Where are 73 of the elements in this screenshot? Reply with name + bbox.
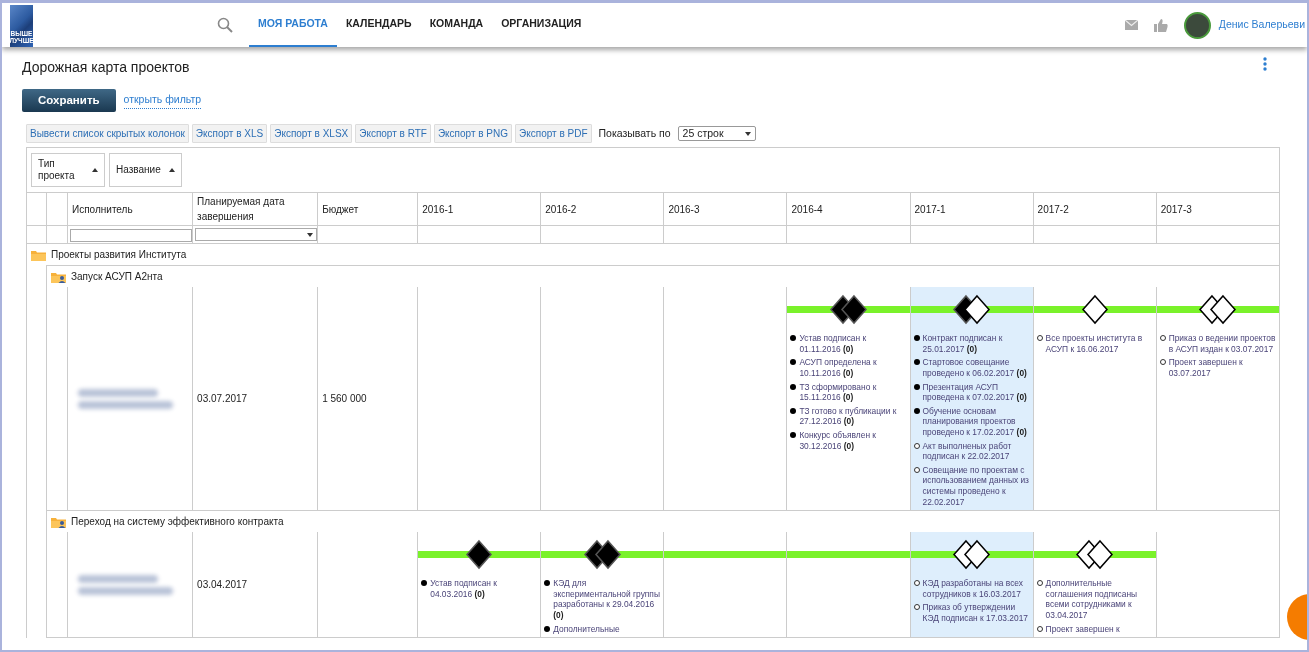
milestone-link[interactable]: ТЗ сформировано к 15.11.2016 (0) (799, 381, 907, 403)
toolbar-button[interactable]: Экспорт в PDF (515, 124, 592, 144)
more-menu-icon[interactable] (1263, 57, 1267, 71)
milestone-link[interactable]: Проект завершен к 03.07.2017 (1168, 357, 1276, 379)
toolbar-button[interactable]: Экспорт в XLS (191, 124, 268, 144)
column-header: Исполнитель (72, 203, 133, 215)
project-name[interactable]: Запуск АСУП А2нта (71, 269, 163, 285)
milestone-link[interactable]: Конкурс объявлен к 30.12.2016 (0) (799, 430, 907, 452)
toolbar-button[interactable]: Экспорт в PNG (433, 124, 513, 144)
nav-tab[interactable]: ОРГАНИЗАЦИЯ (492, 3, 591, 47)
due-date: 03.04.2017 (197, 579, 248, 591)
milestone-link[interactable]: Приказ о ведении проектов в АСУП издан к 03.07.2017 (1168, 333, 1276, 355)
milestone-link[interactable]: Дополнительные соглашения подписаны всеми сотрудниками к 03.04.2017 (1045, 578, 1153, 621)
milestone-diamonds-drawing[interactable] (830, 295, 867, 326)
dropdown-arrow-icon (744, 131, 751, 136)
project-name[interactable]: Переход на систему эффективного контракта (71, 514, 284, 530)
milestone-link[interactable]: Акт выполненых работ подписан к 22.02.2017 (922, 440, 1030, 462)
milestone-link[interactable]: Контракт подписан к 25.01.2017 (0) (922, 333, 1030, 355)
column-header: 2016-1 (422, 203, 454, 215)
column-header: 2016-4 (791, 203, 823, 215)
milestone-link[interactable]: Проект завершен к (1045, 623, 1120, 635)
group-by-chip[interactable]: Название (109, 153, 182, 188)
page-title: Дорожная карта проектов (22, 59, 190, 76)
milestone-diamonds-drawing[interactable] (953, 540, 991, 571)
avatar[interactable] (1183, 11, 1211, 39)
due-date: 03.07.2017 (197, 393, 248, 405)
milestone-link[interactable]: КЭД для экспериментальной группы разработаны к 29.04.2016 (0) (553, 578, 661, 621)
column-header: Планируемая дата завершения (197, 196, 285, 223)
column-header: 2017-1 (914, 203, 946, 215)
nav-tab[interactable]: КОМАНДА (420, 3, 493, 47)
search-icon[interactable] (217, 17, 233, 33)
thumbs-up-icon[interactable] (1153, 18, 1168, 32)
project-folder-icon[interactable] (51, 270, 67, 283)
milestone-link[interactable]: Устав подписан к 04.03.2016 (0) (430, 578, 538, 600)
toolbar-button[interactable]: Вывести список скрытых колонок (26, 124, 189, 144)
milestone-link[interactable]: Приказ об утверждении КЭД подписан к 17.03.2017 (922, 602, 1030, 624)
milestone-link[interactable]: Все проекты института в АСУП к 16.06.2017 (1045, 333, 1153, 355)
toolbar-button[interactable]: Экспорт в RTF (355, 124, 431, 144)
toolbar-button[interactable]: Экспорт в XLSX (270, 124, 353, 144)
group-by-chip[interactable]: Тип проекта (31, 153, 105, 188)
milestone-diamonds-drawing[interactable] (953, 295, 991, 326)
milestone-link[interactable]: АСУП определена к 10.11.2016 (0) (799, 357, 907, 379)
open-filter-link[interactable]: открыть фильтр (123, 92, 202, 109)
sort-arrow-icon[interactable] (92, 168, 98, 173)
column-header: 2017-2 (1037, 203, 1069, 215)
sort-arrow-icon[interactable] (168, 168, 175, 173)
nav-tab[interactable]: МОЯ РАБОТА (249, 3, 337, 47)
save-button[interactable]: Сохранить (22, 88, 116, 113)
column-header: 2016-3 (668, 203, 700, 215)
milestone-link[interactable]: Совещание по проектам с использованием данных из системы проведено к 22.02.2017 (922, 464, 1030, 508)
group-name[interactable]: Проекты развития Института (51, 247, 187, 263)
user-name-link[interactable]: Денис Валерьеви (1218, 17, 1305, 33)
project-folder-icon[interactable] (51, 515, 67, 528)
milestone-link[interactable]: Дополнительные (553, 623, 620, 635)
milestone-diamonds-drawing[interactable] (1199, 295, 1237, 326)
milestone-link[interactable]: Устав подписан к 01.11.2016 (0) (799, 333, 907, 355)
column-header: 2017-3 (1160, 203, 1192, 215)
nav-tab[interactable]: КАЛЕНДАРЬ (336, 3, 421, 47)
milestone-link[interactable]: Обучение основам планирования проектов проведено к 17.02.2017 (0) (922, 405, 1030, 438)
page-size-select[interactable]: 25 строк (677, 126, 756, 142)
filter-field[interactable] (70, 229, 193, 243)
milestone-diamonds-drawing[interactable] (1076, 540, 1114, 571)
milestone-diamond[interactable] (1081, 295, 1108, 326)
milestone-link[interactable]: ТЗ готово к публикации к 27.12.2016 (0) (799, 405, 907, 428)
milestone-diamond[interactable] (466, 540, 493, 571)
milestone-link[interactable]: Стартовое совещание проведено к 06.02.2017 (0) (922, 357, 1030, 379)
milestone-diamonds-drawing[interactable] (583, 540, 621, 571)
milestone-link[interactable]: Презентация АСУП проведена к 07.02.2017 (0) (922, 381, 1030, 403)
column-header: 2016-2 (545, 203, 577, 215)
budget: 1 560 000 (322, 393, 367, 405)
milestone-link[interactable]: КЭД разработаны на всех сотрудников к 16.03.2017 (922, 578, 1030, 600)
page-size-label: Показывать по (598, 125, 671, 141)
column-header: Бюджет (322, 203, 359, 215)
